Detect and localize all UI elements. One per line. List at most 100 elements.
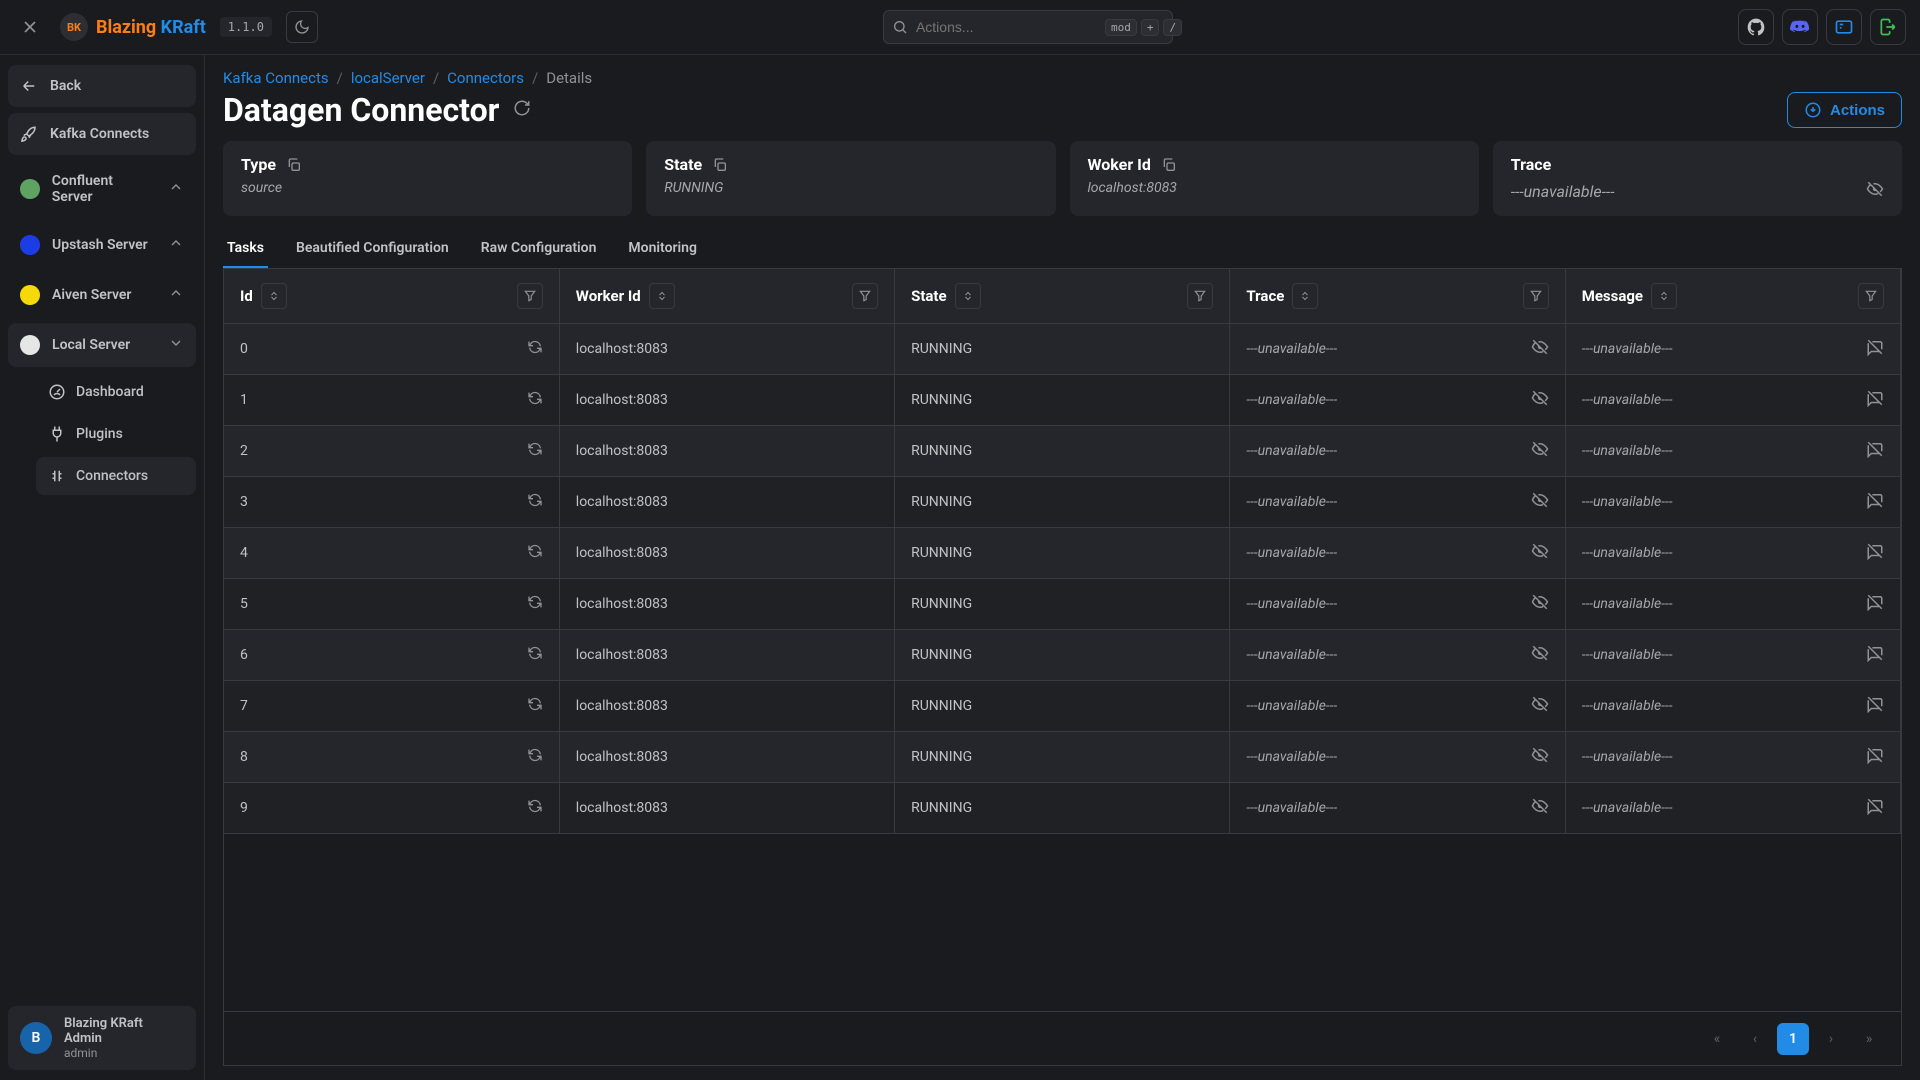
id-card-link[interactable] [1826,9,1862,45]
brand[interactable]: BK Blazing KRaft [60,13,206,41]
message-off-icon[interactable] [1866,797,1884,819]
sort-id[interactable] [261,283,287,309]
sidebar-server-upstash-server[interactable]: Upstash Server [8,223,196,267]
refresh-button[interactable] [513,99,531,121]
table-row[interactable]: 5 localhost:8083 RUNNING ---unavailable-… [224,579,1901,630]
message-off-icon[interactable] [1866,542,1884,564]
cell-id: 1 [240,392,248,408]
message-off-icon[interactable] [1866,593,1884,615]
card-state: State RUNNING [646,141,1055,216]
eye-off-icon[interactable] [1531,440,1549,462]
row-restart-button[interactable] [527,594,543,614]
copy-icon[interactable] [1161,157,1177,173]
content: Kafka Connects / localServer / Connector… [205,55,1920,1080]
row-restart-button[interactable] [527,492,543,512]
sort-message[interactable] [1651,283,1677,309]
breadcrumb: Kafka Connects / localServer / Connector… [223,69,1902,87]
crumb-connectors[interactable]: Connectors [447,69,524,87]
sort-worker[interactable] [649,283,675,309]
table-row[interactable]: 1 localhost:8083 RUNNING ---unavailable-… [224,375,1901,426]
discord-link[interactable] [1782,9,1818,45]
sidebar-kafka-connects[interactable]: Kafka Connects [8,113,196,155]
row-restart-button[interactable] [527,390,543,410]
page-last[interactable]: » [1853,1023,1885,1055]
page-next[interactable]: › [1815,1023,1847,1055]
close-button[interactable] [14,11,46,43]
eye-off-icon[interactable] [1531,695,1549,717]
page-prev[interactable]: ‹ [1739,1023,1771,1055]
eye-off-icon[interactable] [1531,542,1549,564]
table-row[interactable]: 7 localhost:8083 RUNNING ---unavailable-… [224,681,1901,732]
filter-message[interactable] [1858,283,1884,309]
message-off-icon[interactable] [1866,440,1884,462]
search-input[interactable] [916,19,1097,35]
eye-off-icon[interactable] [1531,797,1549,819]
actions-button[interactable]: Actions [1787,92,1902,128]
github-link[interactable] [1738,9,1774,45]
table-row[interactable]: 3 localhost:8083 RUNNING ---unavailable-… [224,477,1901,528]
page-current[interactable]: 1 [1777,1023,1809,1055]
search-icon [892,19,908,35]
row-restart-button[interactable] [527,543,543,563]
sort-trace[interactable] [1292,283,1318,309]
col-id: Id [240,287,253,305]
copy-icon[interactable] [286,157,302,173]
tab-tasks[interactable]: Tasks [223,230,268,268]
cell-state: RUNNING [895,579,1230,630]
chevron-up-icon [168,285,184,305]
message-off-icon[interactable] [1866,644,1884,666]
command-search[interactable]: mod+/ [883,10,1173,44]
crumb-server[interactable]: localServer [351,69,425,87]
tab-raw-config[interactable]: Raw Configuration [477,230,601,268]
message-off-icon[interactable] [1866,491,1884,513]
row-restart-button[interactable] [527,747,543,767]
refresh-icon [513,99,531,117]
filter-trace[interactable] [1523,283,1549,309]
tab-beautified-config[interactable]: Beautified Configuration [292,230,453,268]
message-off-icon[interactable] [1866,746,1884,768]
sidebar-connectors[interactable]: Connectors [36,457,196,495]
cell-state: RUNNING [895,324,1230,375]
eye-off-icon[interactable] [1866,180,1884,202]
message-off-icon[interactable] [1866,695,1884,717]
sidebar-server-confluent-server[interactable]: Confluent Server [8,161,196,217]
eye-off-icon[interactable] [1531,491,1549,513]
table-row[interactable]: 4 localhost:8083 RUNNING ---unavailable-… [224,528,1901,579]
sidebar-plugins[interactable]: Plugins [36,415,196,453]
eye-off-icon[interactable] [1531,593,1549,615]
sort-state[interactable] [955,283,981,309]
crumb-kafka-connects[interactable]: Kafka Connects [223,69,329,87]
cell-id: 2 [240,443,248,459]
copy-icon[interactable] [712,157,728,173]
eye-off-icon[interactable] [1531,644,1549,666]
eye-off-icon[interactable] [1531,389,1549,411]
table-row[interactable]: 0 localhost:8083 RUNNING ---unavailable-… [224,324,1901,375]
message-off-icon[interactable] [1866,338,1884,360]
row-restart-button[interactable] [527,696,543,716]
page-first[interactable]: « [1701,1023,1733,1055]
theme-toggle[interactable] [286,11,318,43]
row-restart-button[interactable] [527,441,543,461]
back-button[interactable]: Back [8,65,196,107]
filter-state[interactable] [1187,283,1213,309]
sidebar-server-aiven-server[interactable]: Aiven Server [8,273,196,317]
eye-off-icon[interactable] [1531,746,1549,768]
table-row[interactable]: 6 localhost:8083 RUNNING ---unavailable-… [224,630,1901,681]
table-row[interactable]: 9 localhost:8083 RUNNING ---unavailable-… [224,783,1901,834]
row-restart-button[interactable] [527,798,543,818]
eye-off-icon[interactable] [1531,338,1549,360]
sidebar-dashboard[interactable]: Dashboard [36,373,196,411]
message-off-icon[interactable] [1866,389,1884,411]
table-row[interactable]: 2 localhost:8083 RUNNING ---unavailable-… [224,426,1901,477]
filter-worker[interactable] [852,283,878,309]
card-state-value: RUNNING [664,180,1037,196]
row-restart-button[interactable] [527,339,543,359]
download-icon [1804,101,1822,119]
sidebar-server-local-server[interactable]: Local Server [8,323,196,367]
user-card[interactable]: B Blazing KRaft Admin admin [8,1006,196,1070]
filter-id[interactable] [517,283,543,309]
logout-button[interactable] [1870,9,1906,45]
row-restart-button[interactable] [527,645,543,665]
tab-monitoring[interactable]: Monitoring [624,230,701,268]
table-row[interactable]: 8 localhost:8083 RUNNING ---unavailable-… [224,732,1901,783]
